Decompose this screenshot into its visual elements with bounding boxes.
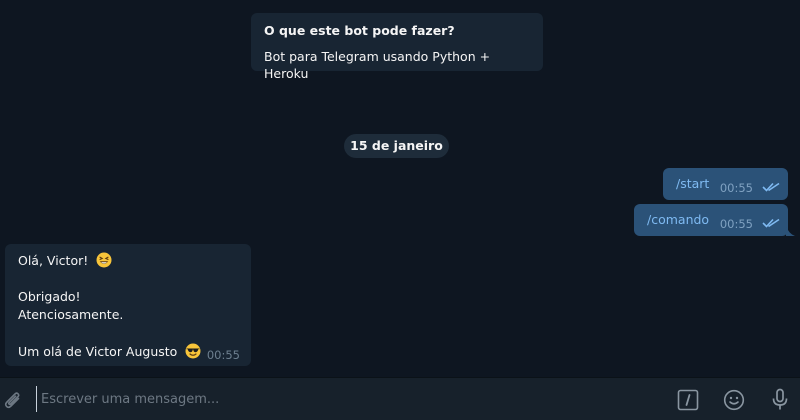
message-composer [0,377,800,420]
command-link[interactable]: /start [676,176,709,191]
smiling-face-with-sunglasses-emoji [185,343,201,359]
message-line: Um olá de Victor Augusto [18,343,201,359]
double-check-icon [762,218,780,228]
message-line: Obrigado! [18,289,81,304]
message-time: 00:55 [719,181,753,195]
bot-info-description: Bot para Telegram usando Python + Heroku [264,49,491,81]
chat-area: O que este bot pode fazer? Bot para Tele… [0,0,800,377]
incoming-message[interactable]: Olá, Victor! Obrigado! Atenciosamente. U… [5,244,251,366]
microphone-icon[interactable] [770,388,790,412]
slash-commands-icon[interactable] [677,389,699,411]
smiley-icon[interactable] [723,389,745,411]
double-check-icon [762,182,780,192]
message-time: 00:55 [206,348,240,362]
date-separator: 15 de janeiro [344,134,449,158]
outgoing-message[interactable]: /start 00:55 [663,168,788,200]
message-input[interactable] [36,386,646,412]
outgoing-message[interactable]: /comando 00:55 [634,204,788,236]
grinning-squinting-face-emoji [96,252,112,268]
paperclip-icon[interactable] [3,389,23,411]
bot-info-card: O que este bot pode fazer? Bot para Tele… [251,13,543,81]
bot-info-title: O que este bot pode fazer? [264,23,455,38]
message-time: 00:55 [719,217,753,231]
message-line: Atenciosamente. [18,307,124,322]
bubble-tail [786,226,795,236]
message-line: Olá, Victor! [18,252,112,268]
command-link[interactable]: /comando [647,212,709,227]
